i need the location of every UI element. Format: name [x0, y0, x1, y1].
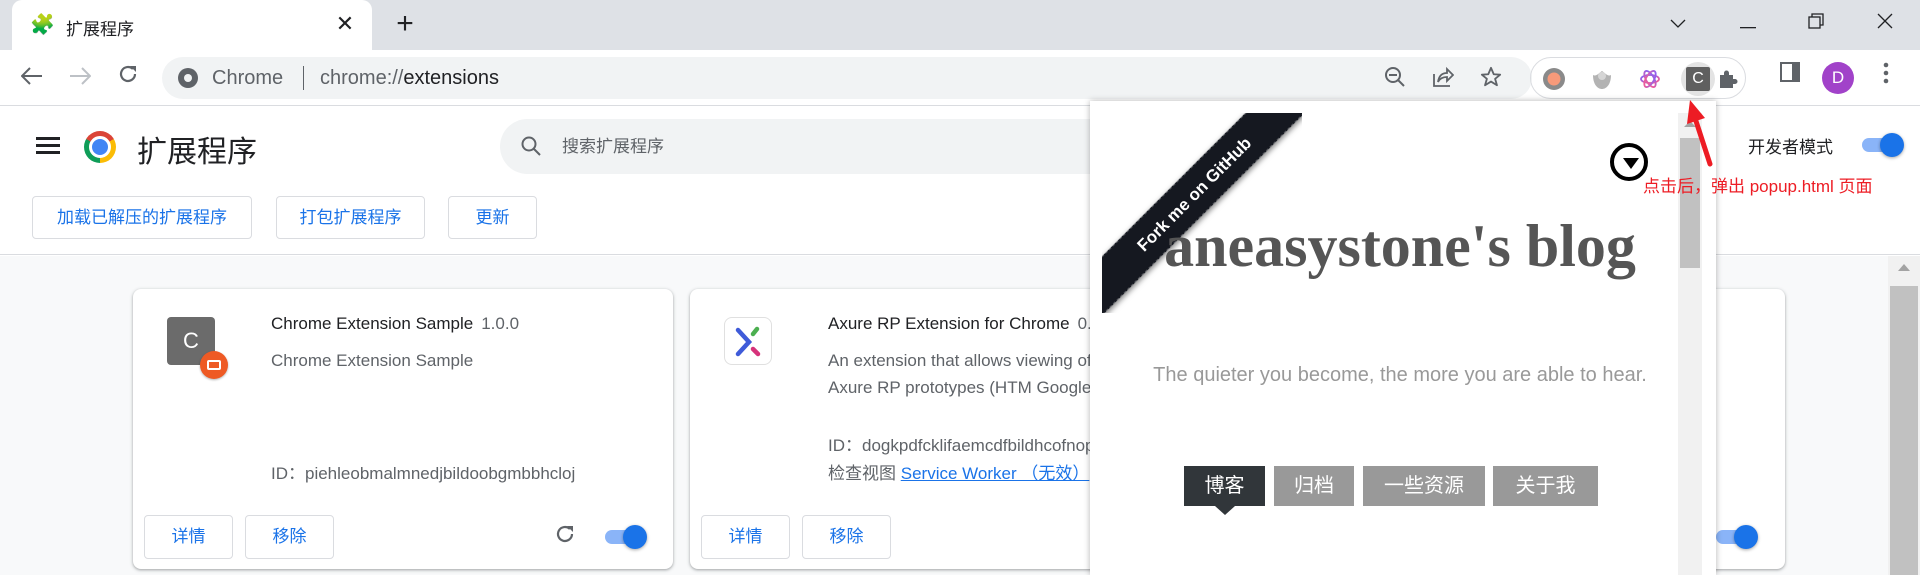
inspect-label: 检查视图: [828, 464, 896, 483]
search-input[interactable]: [562, 119, 1062, 174]
forward-arrow-icon[interactable]: [64, 62, 96, 94]
minimize-icon[interactable]: [1728, 8, 1768, 38]
extension-version: 1.0.0: [481, 314, 520, 333]
nav-about[interactable]: 关于我: [1493, 466, 1598, 506]
extension-enable-toggle[interactable]: [1716, 523, 1758, 551]
openai-icon: [1640, 70, 1660, 88]
inspect-views: 检查视图 Service Worker （无效）: [828, 459, 1089, 484]
extension-c-icon: C: [1686, 67, 1710, 91]
scrollbar-thumb[interactable]: [1890, 286, 1918, 575]
profile-avatar[interactable]: D: [1822, 62, 1854, 94]
search-icon: [521, 136, 541, 156]
pinned-extensions: C: [1530, 57, 1746, 99]
page-scrollbar[interactable]: [1888, 256, 1920, 575]
remove-button[interactable]: 移除: [802, 515, 891, 559]
search-box[interactable]: [500, 119, 1120, 174]
site-label: Chrome: [212, 67, 284, 89]
browser-toolbar: Chrome chrome://extensions C D: [0, 50, 1920, 106]
url-host: extensions: [403, 67, 499, 89]
pack-extension-button[interactable]: 打包扩展程序: [276, 196, 425, 239]
record-extension-button[interactable]: [1537, 62, 1571, 96]
tab-strip: 🧩 扩展程序 ✕ +: [0, 0, 1920, 52]
nav-resources[interactable]: 一些资源: [1363, 466, 1485, 506]
chrome-logo-icon: [84, 131, 116, 163]
service-worker-link[interactable]: Service Worker （无效）: [901, 464, 1090, 483]
extension-enable-toggle[interactable]: [605, 523, 647, 551]
extension-id: ID：piehleobmalmnedjbildoobgmbbhcloj: [271, 459, 575, 484]
extension-name: Axure RP Extension for Chrome0.7: [828, 314, 1101, 334]
details-button[interactable]: 详情: [701, 515, 790, 559]
extension-name: Chrome Extension Sample 1.0.0: [271, 314, 519, 334]
tab-title: 扩展程序: [66, 20, 134, 39]
id-value: piehleobmalmnedjbildoobgmbbhcloj: [305, 464, 576, 483]
extensions-menu-button[interactable]: [1711, 62, 1745, 96]
tab-close-icon[interactable]: ✕: [332, 11, 358, 37]
record-icon: [1543, 68, 1565, 90]
new-tab-button[interactable]: +: [390, 9, 420, 40]
omnibox-divider: [303, 66, 304, 90]
id-label: ID：: [828, 436, 862, 455]
side-panel-icon[interactable]: [1774, 62, 1806, 94]
page-title: 扩展程序: [137, 136, 257, 169]
zoom-out-icon[interactable]: [1382, 66, 1408, 92]
scroll-up-arrow-icon[interactable]: [1898, 264, 1910, 271]
more-menu-icon[interactable]: [1870, 62, 1902, 94]
menu-hamburger-icon[interactable]: [36, 134, 60, 158]
restore-icon[interactable]: [1796, 8, 1836, 38]
details-button[interactable]: 详情: [144, 515, 233, 559]
screen: 🧩 扩展程序 ✕ + Chrome chrome://extensions C …: [0, 0, 1920, 575]
bird-icon: [1593, 71, 1611, 89]
nav-blog[interactable]: 博客: [1184, 466, 1265, 515]
remove-button[interactable]: 移除: [245, 515, 334, 559]
bookmark-star-icon[interactable]: [1478, 66, 1504, 92]
toggle-knob: [623, 525, 647, 549]
back-arrow-icon[interactable]: [16, 62, 48, 94]
extension-popup: Fork me on GitHub aneasystone's blog The…: [1090, 101, 1716, 575]
extension-card: C Chrome Extension Sample 1.0.0 Chrome Ex…: [133, 289, 673, 569]
tab-extensions[interactable]: 🧩 扩展程序 ✕: [12, 0, 372, 52]
id-value: dogkpdfcklifaemcdfbildhcofnop: [862, 436, 1095, 455]
load-unpacked-button[interactable]: 加载已解压的扩展程序: [32, 196, 252, 239]
dev-mode-label: 开发者模式: [1748, 138, 1833, 157]
tab-search-chevron-icon[interactable]: [1658, 8, 1698, 38]
chrome-extension-sample-button[interactable]: C: [1681, 62, 1715, 96]
blog-title: aneasystone's blog: [1164, 213, 1636, 279]
chrome-site-icon: [178, 68, 198, 88]
puzzle-icon: 🧩: [30, 14, 55, 36]
profile-initial: D: [1822, 62, 1854, 94]
url-text[interactable]: chrome://extensions: [320, 67, 499, 90]
annotation-text: 点击后，弹出 popup.html 页面: [1643, 177, 1873, 196]
openai-extension-button[interactable]: [1633, 62, 1667, 96]
extension-title: Axure RP Extension for Chrome: [828, 314, 1070, 333]
share-icon[interactable]: [1430, 66, 1456, 92]
unpacked-badge-icon: [200, 351, 228, 379]
blog-subtitle: The quieter you become, the more you are…: [1153, 364, 1647, 386]
window-close-icon[interactable]: [1865, 8, 1905, 38]
bird-extension-button[interactable]: [1585, 62, 1619, 96]
annotation-arrow-icon: [1687, 100, 1713, 167]
extension-title: Chrome Extension Sample: [271, 314, 474, 333]
axure-icon: [724, 317, 772, 365]
url-prefix: chrome://: [320, 67, 404, 89]
id-label: ID：: [271, 464, 305, 483]
reload-extension-icon[interactable]: [551, 523, 579, 551]
extension-description: Chrome Extension Sample: [271, 351, 474, 370]
puzzle-piece-icon: [1720, 70, 1738, 88]
toggle-knob: [1880, 133, 1904, 157]
dev-mode-toggle[interactable]: [1862, 131, 1904, 159]
extension-id: ID：dogkpdfcklifaemcdfbildhcofnop: [828, 431, 1094, 456]
address-bar[interactable]: Chrome chrome://extensions: [162, 57, 1532, 99]
toggle-knob: [1734, 525, 1758, 549]
nav-archive[interactable]: 归档: [1274, 466, 1354, 506]
reload-icon[interactable]: [112, 62, 144, 94]
update-button[interactable]: 更新: [448, 196, 537, 239]
